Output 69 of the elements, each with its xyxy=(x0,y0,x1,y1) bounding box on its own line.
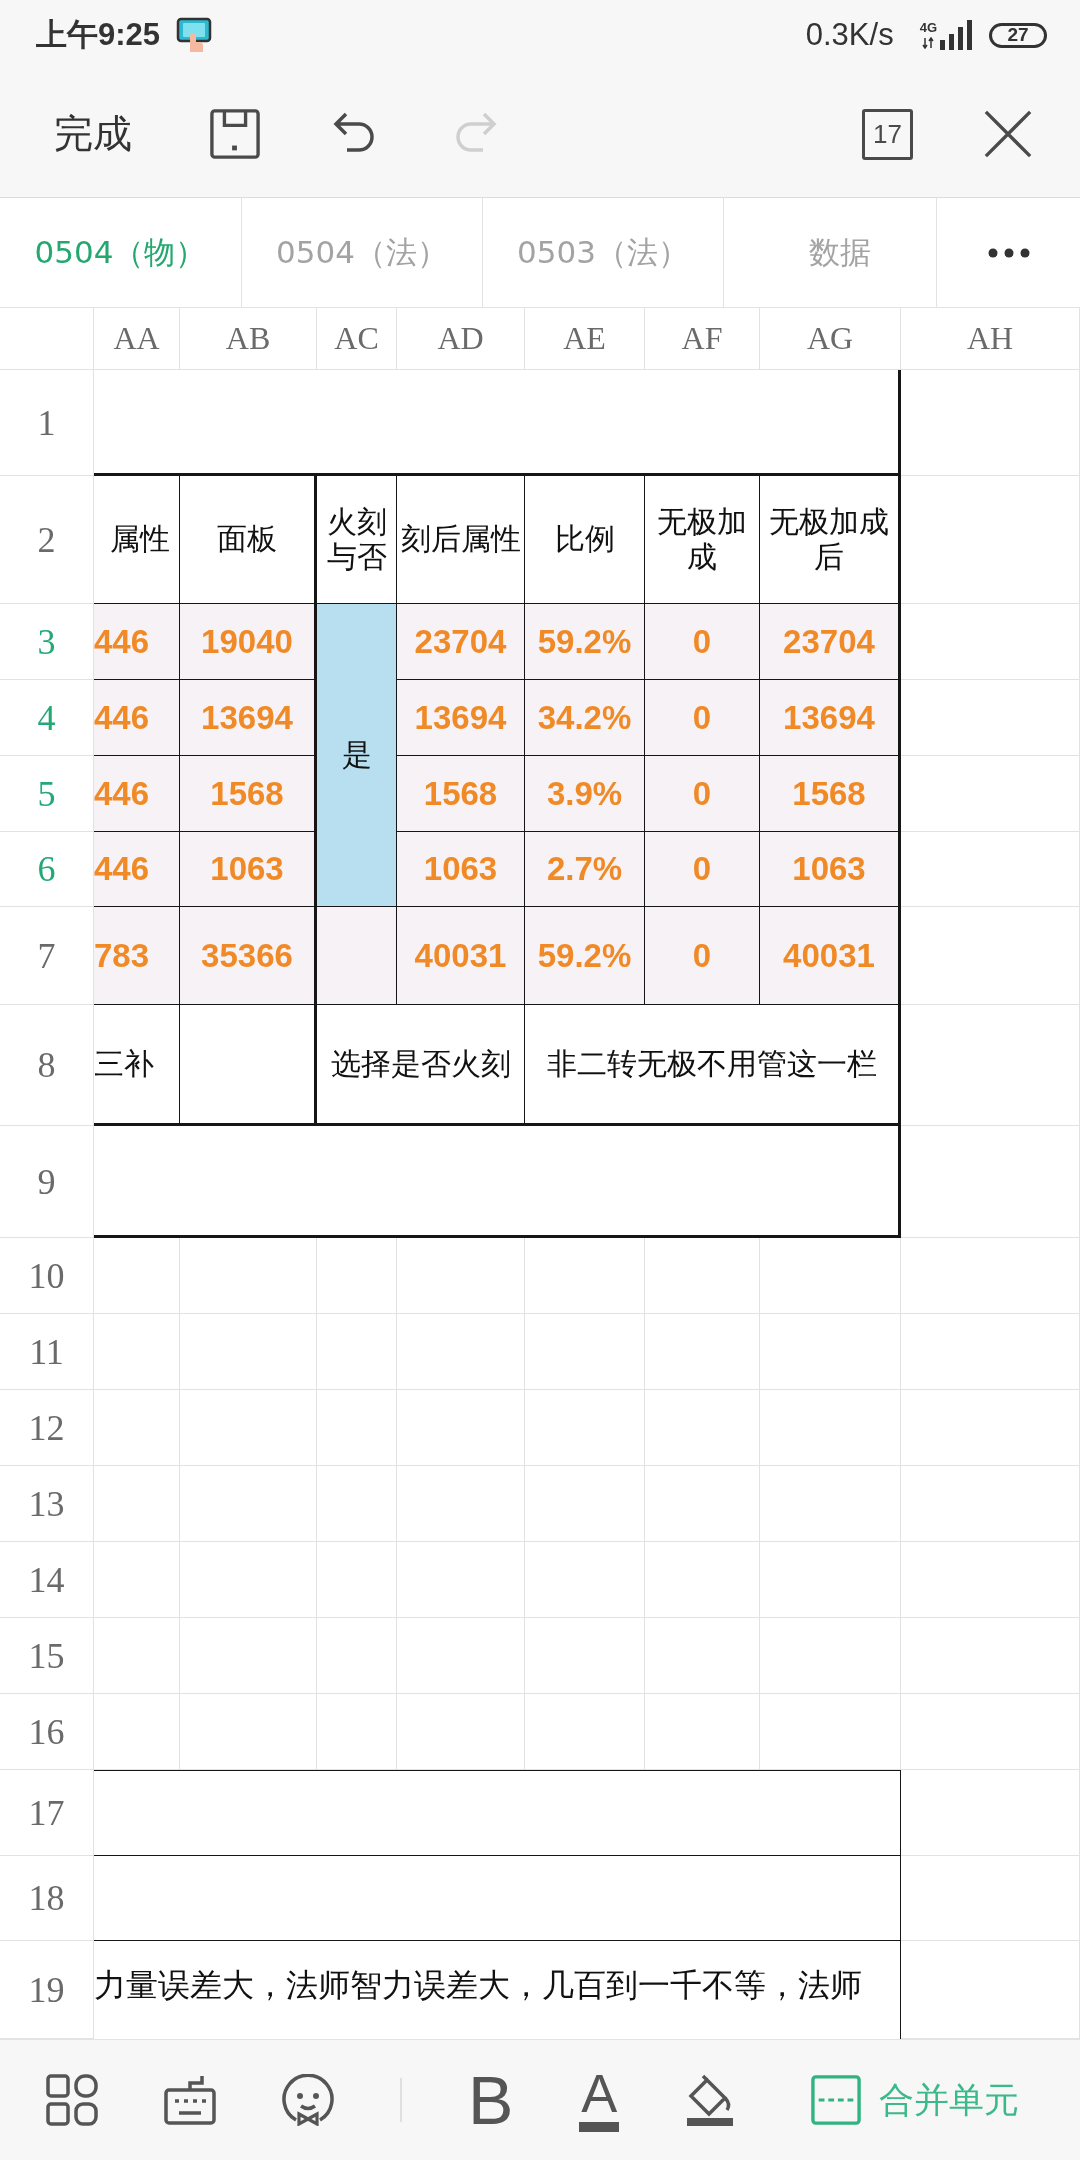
note-cell: 三补 xyxy=(94,1005,180,1126)
row-header[interactable]: 13 xyxy=(0,1466,94,1542)
value-cell: 0 xyxy=(645,832,760,907)
value-cell: 446 xyxy=(94,832,180,907)
value-cell: 19040 xyxy=(180,604,317,680)
value-cell: 0 xyxy=(645,907,760,1005)
touch-screen-icon xyxy=(176,16,213,54)
network-type: 4G xyxy=(919,21,937,34)
row-header[interactable]: 15 xyxy=(0,1618,94,1694)
row-header[interactable]: 10 xyxy=(0,1238,94,1314)
header-cell: 无极加成后 xyxy=(760,476,901,604)
value-cell: 13694 xyxy=(180,680,317,756)
value-cell: 446 xyxy=(94,680,180,756)
column-header[interactable]: AH xyxy=(901,308,1080,370)
value-cell: 13694 xyxy=(760,680,901,756)
value-cell: 0 xyxy=(645,756,760,832)
face-icon[interactable] xyxy=(282,2074,334,2126)
apps-grid-icon[interactable] xyxy=(46,2074,98,2126)
value-cell: 0 xyxy=(645,680,760,756)
header-cell: 属性 xyxy=(94,476,180,604)
value-cell: 446 xyxy=(94,604,180,680)
header-cell: 面板 xyxy=(180,476,317,604)
clock-time: 上午9:25 xyxy=(36,16,161,54)
font-color-button[interactable]: A xyxy=(579,2068,620,2132)
more-icon[interactable] xyxy=(987,247,1030,258)
header-cell: 比例 xyxy=(525,476,645,604)
count-button[interactable]: 17 xyxy=(862,108,913,160)
value-cell: 1568 xyxy=(180,756,317,832)
close-icon[interactable] xyxy=(983,108,1033,160)
bold-button[interactable]: B xyxy=(468,2066,514,2134)
header-cell: 刻后属性 xyxy=(397,476,525,604)
value-cell: 1063 xyxy=(397,832,525,907)
network-speed: 0.3K/s xyxy=(805,17,894,53)
header-cell: 火刻与否 xyxy=(317,476,397,604)
value-cell: 446 xyxy=(94,756,180,832)
value-cell: 1063 xyxy=(180,832,317,907)
row-header[interactable]: 16 xyxy=(0,1694,94,1770)
value-cell: 1568 xyxy=(397,756,525,832)
value-cell: 59.2% xyxy=(525,907,645,1005)
signal-icon xyxy=(939,20,973,50)
value-cell: 2.7% xyxy=(525,832,645,907)
done-button[interactable]: 完成 xyxy=(54,107,132,161)
merge-cells-icon xyxy=(811,2075,862,2125)
keyboard-icon[interactable] xyxy=(164,2074,216,2126)
battery-indicator: 27 xyxy=(989,22,1047,48)
row-header[interactable]: 14 xyxy=(0,1542,94,1618)
value-cell: 1568 xyxy=(760,756,901,832)
value-cell: 59.2% xyxy=(525,604,645,680)
note-cell: 非二转无极不用管这一栏 xyxy=(525,1005,901,1126)
value-cell: 23704 xyxy=(760,604,901,680)
value-cell: 1063 xyxy=(760,832,901,907)
row-header[interactable]: 12 xyxy=(0,1390,94,1466)
merged-cell: 是 xyxy=(317,604,397,907)
value-cell: 40031 xyxy=(397,907,525,1005)
value-cell: 40031 xyxy=(760,907,901,1005)
row-header[interactable]: 11 xyxy=(0,1314,94,1390)
value-cell: 3.9% xyxy=(525,756,645,832)
value-cell: 23704 xyxy=(397,604,525,680)
save-icon[interactable] xyxy=(210,108,260,160)
value-cell: 0 xyxy=(645,604,760,680)
header-cell: 无极加成 xyxy=(645,476,760,604)
note-cell: 力量误差大，法师智力误差大，几百到一千不等，法师 xyxy=(94,1941,901,2039)
value-cell: 34.2% xyxy=(525,680,645,756)
value-cell: 35366 xyxy=(180,907,317,1005)
value-cell: 783 xyxy=(94,907,180,1005)
data-arrows-icon xyxy=(922,37,935,49)
value-cell: 13694 xyxy=(397,680,525,756)
sheet-tab[interactable]: 0504（物） xyxy=(0,198,242,307)
note-cell: 选择是否火刻 xyxy=(317,1005,525,1126)
